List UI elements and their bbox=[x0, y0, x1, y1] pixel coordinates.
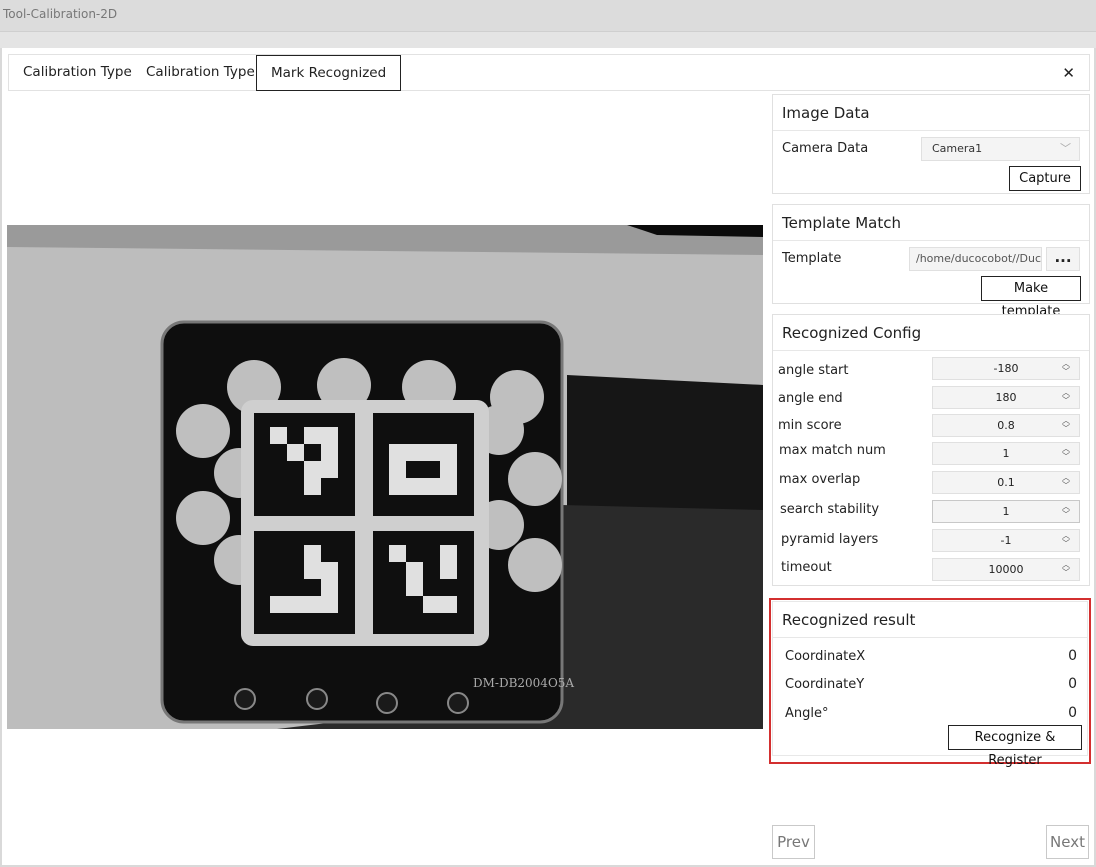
recognized-result-highlight: Recognized result CoordinateX 0 Coordina… bbox=[769, 598, 1091, 768]
camera-image: DM-DB2004O5A bbox=[7, 225, 763, 729]
capture-button[interactable]: Capture bbox=[1009, 166, 1081, 191]
pyramid-layers-value: -1 bbox=[1000, 534, 1012, 547]
angle-end-input[interactable]: 180 ︿ ﹀ bbox=[932, 386, 1080, 409]
spin-arrows-icon[interactable]: ︿ ﹀ bbox=[1061, 417, 1071, 434]
spin-arrows-icon[interactable]: ︿ ﹀ bbox=[1061, 445, 1071, 462]
tab-calibration-type-1[interactable]: Calibration Type bbox=[23, 55, 132, 90]
spin-arrows-icon[interactable]: ︿ ﹀ bbox=[1061, 503, 1071, 520]
tab-mark-recognized[interactable]: Mark Recognized bbox=[256, 55, 402, 91]
next-button[interactable]: Next bbox=[1046, 825, 1089, 859]
angle-start-label: angle start bbox=[778, 363, 849, 378]
timeout-input[interactable]: 10000 ︿ ﹀ bbox=[932, 558, 1080, 581]
search-stability-input[interactable]: 1 ︿ ﹀ bbox=[932, 500, 1080, 523]
timeout-label: timeout bbox=[781, 560, 832, 575]
spin-arrows-icon[interactable]: ︿ ﹀ bbox=[1061, 389, 1071, 406]
angle-label: Angle° bbox=[785, 706, 829, 721]
template-match-title: Template Match bbox=[773, 205, 1089, 241]
calibration-dialog: Calibration Type Calibration Type Mark R… bbox=[2, 48, 1094, 865]
recognized-result-title: Recognized result bbox=[773, 602, 1087, 638]
angle-start-value: -180 bbox=[993, 362, 1019, 375]
pyramid-layers-input[interactable]: -1 ︿ ﹀ bbox=[932, 529, 1080, 552]
browse-button[interactable]: ... bbox=[1046, 247, 1080, 271]
pyramid-layers-label: pyramid layers bbox=[781, 532, 879, 547]
angle-end-label: angle end bbox=[778, 391, 843, 406]
window-title: Tool-Calibration-2D bbox=[3, 7, 118, 21]
timeout-value: 10000 bbox=[988, 563, 1024, 576]
angle-end-value: 180 bbox=[995, 391, 1017, 404]
board-marking: DM-DB2004O5A bbox=[473, 676, 574, 690]
min-score-input[interactable]: 0.8 ︿ ﹀ bbox=[932, 414, 1080, 437]
max-match-num-label: max match num bbox=[779, 443, 886, 458]
prev-button[interactable]: Prev bbox=[772, 825, 815, 859]
recognized-result-panel: Recognized result CoordinateX 0 Coordina… bbox=[772, 601, 1088, 768]
coordinate-x-label: CoordinateX bbox=[785, 649, 866, 664]
spin-arrows-icon[interactable]: ︿ ﹀ bbox=[1061, 360, 1071, 377]
spin-arrows-icon[interactable]: ︿ ﹀ bbox=[1061, 561, 1071, 578]
recognized-config-title: Recognized Config bbox=[773, 315, 1089, 351]
camera-select-value: Camera1 bbox=[932, 142, 983, 155]
recognized-config-panel: Recognized Config angle start -180 ︿ ﹀ ang… bbox=[772, 314, 1090, 586]
coordinate-y-value: 0 bbox=[1068, 676, 1077, 692]
min-score-label: min score bbox=[778, 418, 842, 433]
coordinate-y-label: CoordinateY bbox=[785, 677, 865, 692]
camera-data-label: Camera Data bbox=[782, 141, 869, 156]
template-match-panel: Template Match Template /home/ducocobot/… bbox=[772, 204, 1090, 319]
make-template-button[interactable]: Make template bbox=[981, 276, 1081, 319]
max-overlap-input[interactable]: 0.1 ︿ ﹀ bbox=[932, 471, 1080, 494]
toolbar-strip bbox=[0, 32, 1096, 48]
close-icon[interactable]: ✕ bbox=[1062, 64, 1075, 82]
image-data-title: Image Data bbox=[773, 95, 1089, 131]
angle-value: 0 bbox=[1068, 705, 1077, 721]
angle-start-input[interactable]: -180 ︿ ﹀ bbox=[932, 357, 1080, 380]
spin-arrows-icon[interactable]: ︿ ﹀ bbox=[1061, 532, 1071, 549]
coordinate-x-value: 0 bbox=[1068, 648, 1077, 664]
template-path-input[interactable]: /home/ducocobot//Duc bbox=[909, 247, 1042, 271]
image-data-panel: Image Data Camera Data Camera1 ﹀ Capture bbox=[772, 94, 1090, 194]
camera-image-graphic: DM-DB2004O5A bbox=[7, 225, 763, 729]
tab-bar: Calibration Type Calibration Type Mark R… bbox=[8, 54, 1090, 91]
min-score-value: 0.8 bbox=[997, 419, 1015, 432]
max-overlap-label: max overlap bbox=[779, 472, 861, 487]
max-match-num-value: 1 bbox=[1002, 447, 1010, 460]
tab-calibration-type-2[interactable]: Calibration Type bbox=[146, 55, 255, 90]
search-stability-label: search stability bbox=[780, 502, 880, 517]
chevron-down-icon: ﹀ bbox=[1060, 142, 1071, 155]
max-match-num-input[interactable]: 1 ︿ ﹀ bbox=[932, 442, 1080, 465]
search-stability-value: 1 bbox=[1002, 505, 1010, 518]
spin-arrows-icon[interactable]: ︿ ﹀ bbox=[1061, 474, 1071, 491]
max-overlap-value: 0.1 bbox=[997, 476, 1015, 489]
template-label: Template bbox=[782, 251, 842, 266]
recognize-register-button[interactable]: Recognize & Register bbox=[948, 725, 1082, 768]
window-titlebar: Tool-Calibration-2D bbox=[0, 0, 1096, 32]
camera-select[interactable]: Camera1 ﹀ bbox=[921, 137, 1080, 161]
